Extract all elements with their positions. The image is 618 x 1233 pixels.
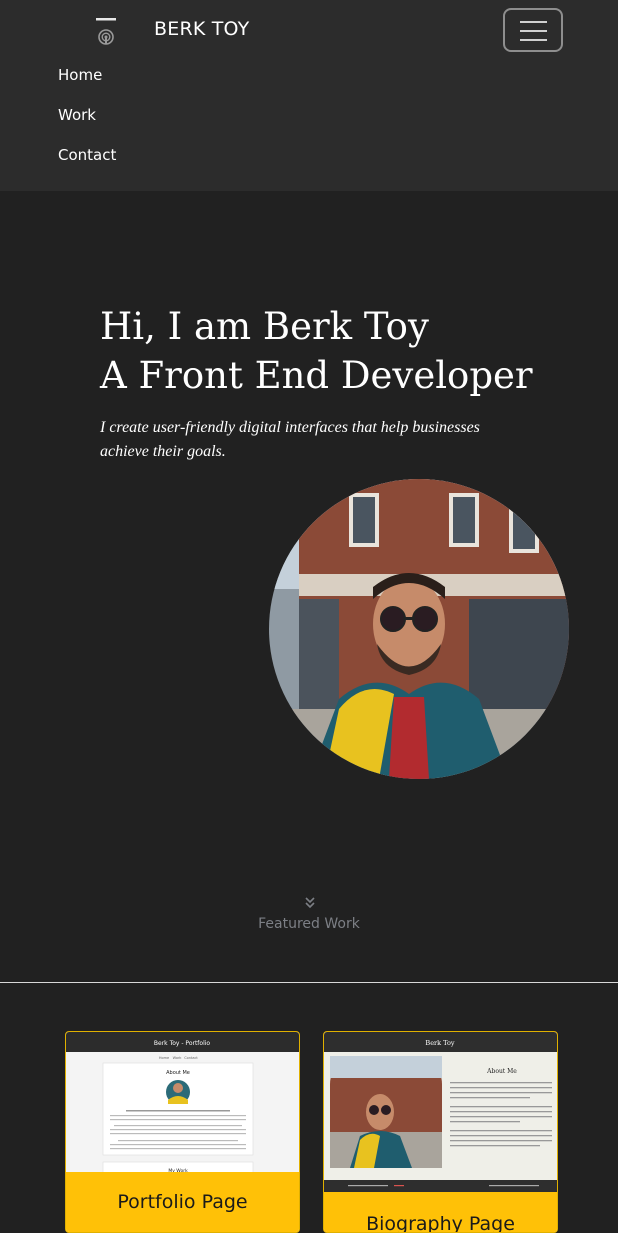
hero-subtitle: I create user-friendly digital interface… bbox=[100, 419, 480, 460]
thumb-header: Berk Toy - Portfolio bbox=[154, 1040, 211, 1047]
podcast-icon[interactable] bbox=[94, 18, 118, 46]
nav-link-contact[interactable]: Contact bbox=[58, 146, 116, 164]
portfolio-card-title[interactable]: Portfolio Page bbox=[66, 1172, 299, 1232]
navbar: BERK TOY Home Work Contact bbox=[0, 0, 618, 191]
thumb-nav-contact: Contact bbox=[184, 1056, 198, 1060]
biography-thumbnail: Berk Toy About Me bbox=[324, 1032, 557, 1192]
featured-work-label: Featured Work bbox=[258, 916, 360, 932]
menu-toggle-button[interactable] bbox=[503, 8, 563, 52]
thumb-bio-header: Berk Toy bbox=[425, 1039, 454, 1047]
nav-link-home[interactable]: Home bbox=[58, 66, 102, 84]
hero-heading-line2: A Front End Developer bbox=[100, 354, 533, 397]
thumb-nav-work: Work bbox=[173, 1056, 183, 1060]
biography-card[interactable]: Berk Toy About Me Biography Page bbox=[323, 1031, 558, 1233]
portfolio-card[interactable]: Berk Toy - Portfolio Home Work Contact A… bbox=[65, 1031, 300, 1233]
portfolio-thumbnail: Berk Toy - Portfolio Home Work Contact A… bbox=[66, 1032, 299, 1192]
double-chevron-down-icon[interactable] bbox=[303, 896, 317, 910]
hero-heading-line1: Hi, I am Berk Toy bbox=[100, 305, 429, 348]
hero-heading: Hi, I am Berk Toy A Front End Developer bbox=[100, 302, 600, 400]
section-divider bbox=[0, 982, 618, 983]
thumb-bio-about-heading: About Me bbox=[486, 1068, 517, 1075]
profile-photo bbox=[269, 479, 569, 779]
nav-link-work[interactable]: Work bbox=[58, 106, 96, 124]
hamburger-icon bbox=[520, 21, 547, 41]
biography-card-title[interactable]: Biography Page bbox=[324, 1192, 557, 1232]
thumb-nav-home: Home bbox=[159, 1056, 169, 1060]
brand-name[interactable]: BERK TOY bbox=[154, 18, 249, 40]
thumb-about-heading: About Me bbox=[166, 1070, 190, 1076]
